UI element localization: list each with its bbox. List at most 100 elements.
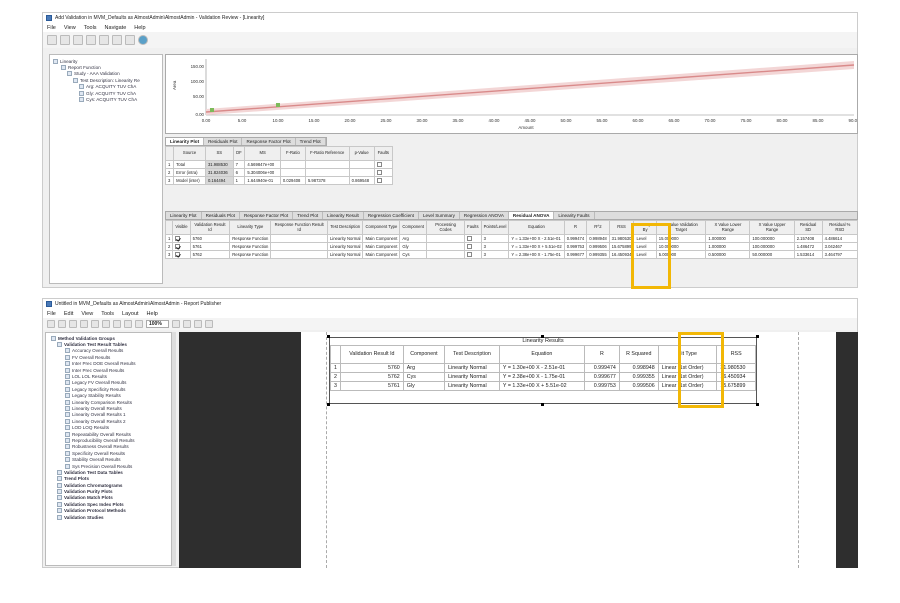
menu-edit[interactable]: Edit	[64, 311, 73, 317]
col-equation: Equation	[498, 345, 585, 364]
toolbar-button[interactable]	[124, 320, 132, 328]
faults-checkbox[interactable]	[376, 177, 382, 183]
report-object-tree: Method Validation Groups Validation Test …	[45, 332, 173, 566]
table-row[interactable]: 2 Error (intra) 31.824036 6 5.304006e+00	[164, 168, 394, 177]
table-cell: Linearity Normal	[326, 242, 364, 251]
resize-handle[interactable]	[541, 335, 544, 338]
toolbar-button[interactable]	[171, 320, 180, 328]
toolbar-button[interactable]	[47, 320, 55, 328]
tab-regression-coefficient[interactable]: Regression Coefficient	[364, 212, 419, 219]
menu-file[interactable]: File	[47, 311, 56, 317]
tab-response-factor-plot[interactable]: Response Factor Plot	[240, 212, 294, 219]
menu-help[interactable]: Help	[134, 25, 145, 31]
workspace-left-margin	[179, 332, 301, 568]
resize-handle[interactable]	[327, 403, 330, 406]
table-cell	[464, 242, 482, 251]
menu-layout[interactable]: Layout	[122, 311, 139, 317]
table-cell: 5761	[189, 242, 231, 251]
tab-trend-plot[interactable]: Trend Plot	[296, 138, 326, 145]
tab-regression-anova[interactable]: Regression ANOVA	[460, 212, 509, 219]
tree-node[interactable]: Cys: ACQUITY TUV ChA	[53, 96, 159, 103]
menu-help[interactable]: Help	[147, 311, 158, 317]
menu-view[interactable]: View	[81, 311, 93, 317]
workspace-right-margin	[836, 332, 858, 568]
linearity-plot[interactable]: 150.00 100.00 50.00 0.00 Area Amount 0.0…	[165, 54, 858, 134]
table-cell: 0.998948	[618, 363, 659, 373]
toolbar-button[interactable]	[58, 320, 66, 328]
table-cell: 0.999506	[618, 381, 659, 391]
toolbar-button[interactable]	[125, 35, 135, 45]
toolbar-button[interactable]	[113, 320, 121, 328]
toolbar-button[interactable]	[69, 320, 77, 328]
table-row[interactable]: 3 5762 Response Function Linearity Normal Ma…	[164, 250, 859, 259]
toolbar-button[interactable]	[86, 35, 96, 45]
toolbar-button[interactable]	[193, 320, 202, 328]
tab-trend-plot[interactable]: Trend Plot	[293, 212, 324, 219]
table-row[interactable]: 1 5760 Response Function Linearity Normal Ma…	[164, 234, 859, 243]
tab-linearity-plot[interactable]: Linearity Plot	[166, 212, 202, 219]
tab-residuals-plot[interactable]: Residuals Plot	[204, 138, 243, 145]
toolbar-button[interactable]	[204, 320, 213, 328]
toolbar: 100%	[43, 318, 857, 330]
table-icon	[65, 361, 70, 367]
visible-checkbox[interactable]	[175, 251, 181, 257]
tab-residuals-plot[interactable]: Residuals Plot	[202, 212, 240, 219]
table-cell: Main Component	[362, 234, 401, 243]
zoom-select[interactable]: 100%	[146, 320, 169, 328]
resize-handle[interactable]	[756, 335, 759, 338]
toolbar-button[interactable]	[112, 35, 122, 45]
tab-residual-anova[interactable]: Residual ANOVA	[508, 212, 555, 219]
x-tick: 30.00	[417, 118, 429, 123]
tab-linearity-result[interactable]: Linearity Result	[323, 212, 364, 219]
faults-checkbox[interactable]	[376, 169, 382, 175]
menu-tools[interactable]: Tools	[101, 311, 114, 317]
navigate-icon[interactable]	[138, 35, 148, 45]
menu-tools[interactable]: Tools	[84, 25, 97, 31]
resize-handle[interactable]	[756, 403, 759, 406]
tab-linearity-faults[interactable]: Linearity Faults	[554, 212, 595, 219]
table-cell: 1	[330, 363, 341, 373]
toolbar-button[interactable]	[102, 320, 110, 328]
menu-navigate[interactable]: Navigate	[105, 25, 127, 31]
table-cell: Response Function	[229, 234, 272, 243]
resize-handle[interactable]	[327, 335, 330, 338]
x-tick: 70.00	[705, 118, 717, 123]
toolbar-button[interactable]	[73, 35, 83, 45]
table-icon	[65, 348, 70, 354]
toolbar-button[interactable]	[99, 35, 109, 45]
menu-view[interactable]: View	[64, 25, 76, 31]
visible-checkbox[interactable]	[175, 235, 181, 241]
toolbar-button[interactable]	[91, 320, 99, 328]
tab-linearity-plot[interactable]: Linearity Plot	[166, 138, 205, 145]
report-icon	[61, 65, 66, 71]
tab-response-factor-plot[interactable]: Response Factor Plot	[242, 138, 296, 145]
faults-checkbox[interactable]	[467, 235, 473, 241]
table-cell: 0.500000	[705, 250, 751, 259]
col-x-value-upper-range: X Value Upper Range	[749, 220, 795, 235]
table-cell: 3.464797	[821, 250, 859, 259]
table-cell: Linearity Normal	[326, 234, 364, 243]
table-row[interactable]: 1 Total 31.988530 7 4.569847e+00	[164, 160, 394, 169]
toolbar-button[interactable]	[182, 320, 191, 328]
table-row[interactable]: 2 5761 Response Function Linearity Normal Ma…	[164, 242, 859, 251]
app-icon	[46, 15, 52, 21]
toolbar-button[interactable]	[47, 35, 57, 45]
visible-checkbox[interactable]	[175, 243, 181, 249]
faults-checkbox[interactable]	[376, 161, 382, 167]
toolbar-button[interactable]	[135, 320, 143, 328]
faults-checkbox[interactable]	[467, 251, 473, 257]
study-icon	[67, 71, 72, 77]
table-row[interactable]: 3 Model (inter) 0.164494 1 1.644940e-01 0.029…	[164, 176, 394, 185]
tree-scrollbar[interactable]	[171, 332, 176, 566]
table-cell: 0.999506	[586, 242, 610, 251]
table-icon	[65, 393, 70, 399]
toolbar-button[interactable]	[60, 35, 70, 45]
menu-file[interactable]: File	[47, 25, 56, 31]
tree-node[interactable]: Validation Studies	[49, 514, 169, 520]
table-cell	[464, 234, 482, 243]
col-test-description: Test Description	[444, 345, 500, 364]
toolbar-button[interactable]	[80, 320, 88, 328]
faults-checkbox[interactable]	[467, 243, 473, 249]
resize-handle[interactable]	[541, 403, 544, 406]
tab-level-summary[interactable]: Level Summary	[419, 212, 460, 219]
